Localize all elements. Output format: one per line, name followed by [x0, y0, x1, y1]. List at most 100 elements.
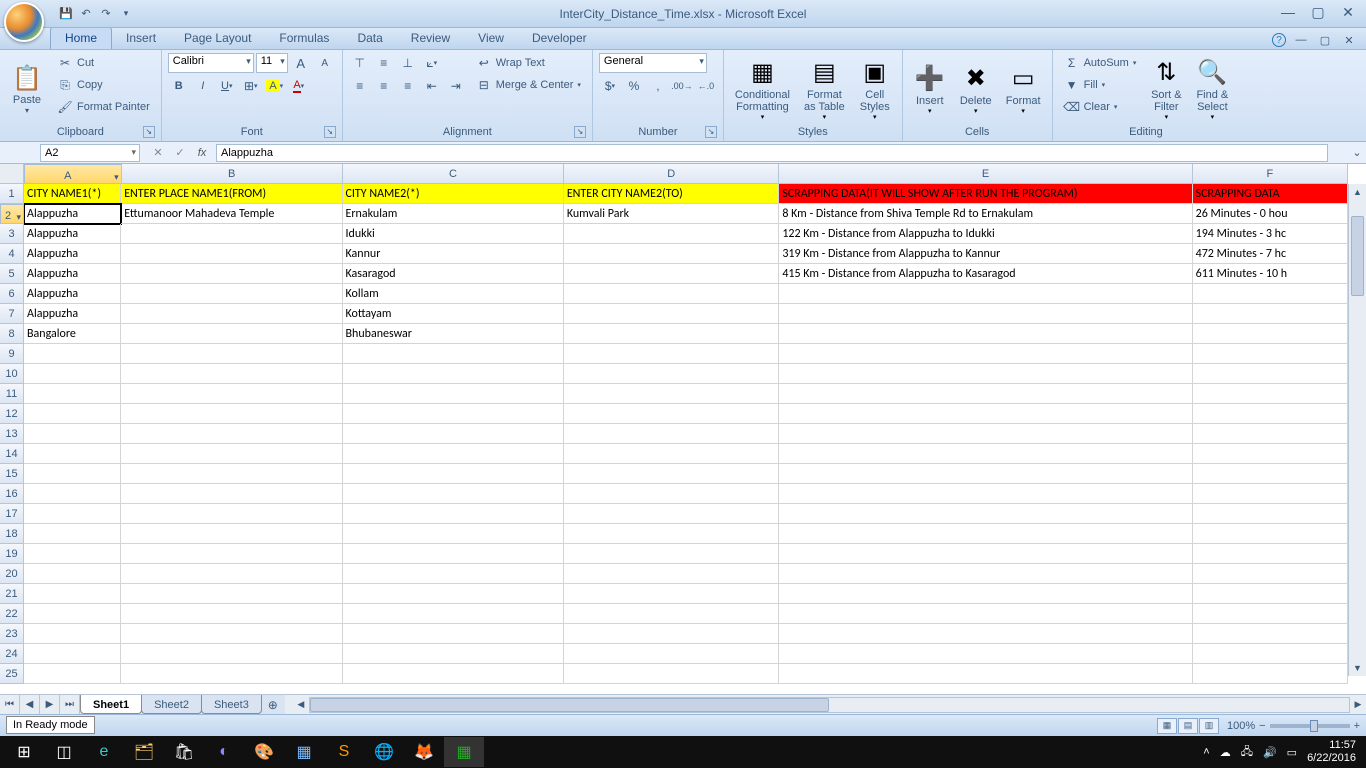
- cell-E1[interactable]: SCRAPPING DATA(IT WILL SHOW AFTER RUN TH…: [779, 184, 1192, 204]
- cell-E7[interactable]: [779, 304, 1192, 324]
- cell-E19[interactable]: [779, 544, 1192, 564]
- cell-C3[interactable]: Idukki: [343, 224, 564, 244]
- sheet-next-icon[interactable]: ▶: [40, 695, 60, 714]
- cell-D19[interactable]: [564, 544, 780, 564]
- ribbon-minimize-icon[interactable]: —: [1292, 31, 1310, 49]
- cell-A21[interactable]: [24, 584, 121, 604]
- qat-menu-icon[interactable]: ▾: [118, 6, 134, 22]
- row-header-19[interactable]: 19: [0, 544, 24, 564]
- vscroll-thumb[interactable]: [1351, 216, 1364, 296]
- cell-F23[interactable]: [1193, 624, 1348, 644]
- font-dialog-icon[interactable]: ↘: [324, 126, 336, 138]
- sublime-icon[interactable]: S: [324, 737, 364, 767]
- accounting-format-icon[interactable]: $▾: [599, 76, 621, 96]
- underline-button[interactable]: U▾: [216, 76, 238, 96]
- cell-E22[interactable]: [779, 604, 1192, 624]
- sheet-first-icon[interactable]: ⏮: [0, 695, 20, 714]
- cell-A7[interactable]: Alappuzha: [24, 304, 121, 324]
- zoom-handle[interactable]: [1310, 720, 1318, 732]
- cell-E16[interactable]: [779, 484, 1192, 504]
- cell-B6[interactable]: [121, 284, 342, 304]
- col-header-C[interactable]: C: [343, 164, 564, 184]
- tab-view[interactable]: View: [464, 28, 518, 49]
- sort-filter-button[interactable]: ⇅Sort & Filter▾: [1145, 53, 1187, 124]
- cell-F24[interactable]: [1193, 644, 1348, 664]
- formula-input[interactable]: Alappuzha: [216, 144, 1328, 162]
- cell-B10[interactable]: [121, 364, 342, 384]
- fill-button[interactable]: ▼Fill▾: [1059, 75, 1142, 95]
- cell-D21[interactable]: [564, 584, 780, 604]
- zoom-out-icon[interactable]: −: [1259, 720, 1265, 732]
- cell-F5[interactable]: 611 Minutes - 10 h: [1193, 264, 1348, 284]
- cell-A13[interactable]: [24, 424, 121, 444]
- store-icon[interactable]: 🛍: [164, 737, 204, 767]
- cell-A17[interactable]: [24, 504, 121, 524]
- cell-D4[interactable]: [564, 244, 780, 264]
- scroll-up-icon[interactable]: ▲: [1349, 184, 1366, 200]
- cell-B1[interactable]: ENTER PLACE NAME1(FROM): [121, 184, 342, 204]
- cell-A5[interactable]: Alappuzha: [24, 264, 121, 284]
- cell-C10[interactable]: [343, 364, 564, 384]
- col-header-F[interactable]: F: [1193, 164, 1348, 184]
- cell-E23[interactable]: [779, 624, 1192, 644]
- number-dialog-icon[interactable]: ↘: [705, 126, 717, 138]
- clipboard-dialog-icon[interactable]: ↘: [143, 126, 155, 138]
- cell-E6[interactable]: [779, 284, 1192, 304]
- page-break-view-icon[interactable]: ▥: [1199, 718, 1219, 734]
- minimize-button[interactable]: —: [1274, 2, 1302, 22]
- firefox-icon[interactable]: 🦊: [404, 737, 444, 767]
- cell-C2[interactable]: Ernakulam: [343, 204, 564, 224]
- col-header-A[interactable]: A: [24, 164, 122, 184]
- find-select-button[interactable]: 🔍Find & Select▾: [1191, 53, 1233, 124]
- cell-C17[interactable]: [343, 504, 564, 524]
- cell-D2[interactable]: Kumvali Park: [564, 204, 780, 224]
- cell-D16[interactable]: [564, 484, 780, 504]
- cell-E5[interactable]: 415 Km - Distance from Alappuzha to Kasa…: [779, 264, 1192, 284]
- cell-F10[interactable]: [1193, 364, 1348, 384]
- cell-D13[interactable]: [564, 424, 780, 444]
- cell-F15[interactable]: [1193, 464, 1348, 484]
- cell-B23[interactable]: [121, 624, 342, 644]
- row-header-10[interactable]: 10: [0, 364, 24, 384]
- cell-C18[interactable]: [343, 524, 564, 544]
- cell-B2[interactable]: Ettumanoor Mahadeva Temple: [121, 204, 342, 224]
- cell-C1[interactable]: CITY NAME2(*): [343, 184, 564, 204]
- cell-B11[interactable]: [121, 384, 342, 404]
- row-header-11[interactable]: 11: [0, 384, 24, 404]
- cell-F2[interactable]: 26 Minutes - 0 hou: [1193, 204, 1348, 224]
- font-color-button[interactable]: A▾: [288, 76, 310, 96]
- cell-D22[interactable]: [564, 604, 780, 624]
- row-header-15[interactable]: 15: [0, 464, 24, 484]
- enter-formula-icon[interactable]: ✓: [170, 144, 190, 162]
- cell-F19[interactable]: [1193, 544, 1348, 564]
- align-center-icon[interactable]: ≡: [373, 76, 395, 96]
- maximize-button[interactable]: ▢: [1304, 2, 1332, 22]
- cell-E10[interactable]: [779, 364, 1192, 384]
- grow-font-icon[interactable]: A: [290, 53, 312, 73]
- cell-C13[interactable]: [343, 424, 564, 444]
- ribbon-restore-icon[interactable]: ▢: [1316, 31, 1334, 49]
- cell-A12[interactable]: [24, 404, 121, 424]
- cell-A24[interactable]: [24, 644, 121, 664]
- row-header-20[interactable]: 20: [0, 564, 24, 584]
- cell-B18[interactable]: [121, 524, 342, 544]
- cell-C20[interactable]: [343, 564, 564, 584]
- select-all-corner[interactable]: [0, 164, 24, 184]
- row-header-16[interactable]: 16: [0, 484, 24, 504]
- save-icon[interactable]: 💾: [58, 6, 74, 22]
- eclipse-icon[interactable]: ◐: [204, 737, 244, 767]
- zoom-in-icon[interactable]: +: [1354, 720, 1360, 732]
- cell-C5[interactable]: Kasaragod: [343, 264, 564, 284]
- row-header-21[interactable]: 21: [0, 584, 24, 604]
- undo-icon[interactable]: ↶: [78, 6, 94, 22]
- cell-F7[interactable]: [1193, 304, 1348, 324]
- copy-button[interactable]: ⎘Copy: [52, 75, 155, 95]
- app-icon-1[interactable]: ▦: [284, 737, 324, 767]
- cell-D12[interactable]: [564, 404, 780, 424]
- row-header-6[interactable]: 6: [0, 284, 24, 304]
- cell-A11[interactable]: [24, 384, 121, 404]
- cell-F21[interactable]: [1193, 584, 1348, 604]
- number-format-select[interactable]: General: [599, 53, 707, 73]
- fx-icon[interactable]: fx: [192, 144, 212, 162]
- tab-formulas[interactable]: Formulas: [265, 28, 343, 49]
